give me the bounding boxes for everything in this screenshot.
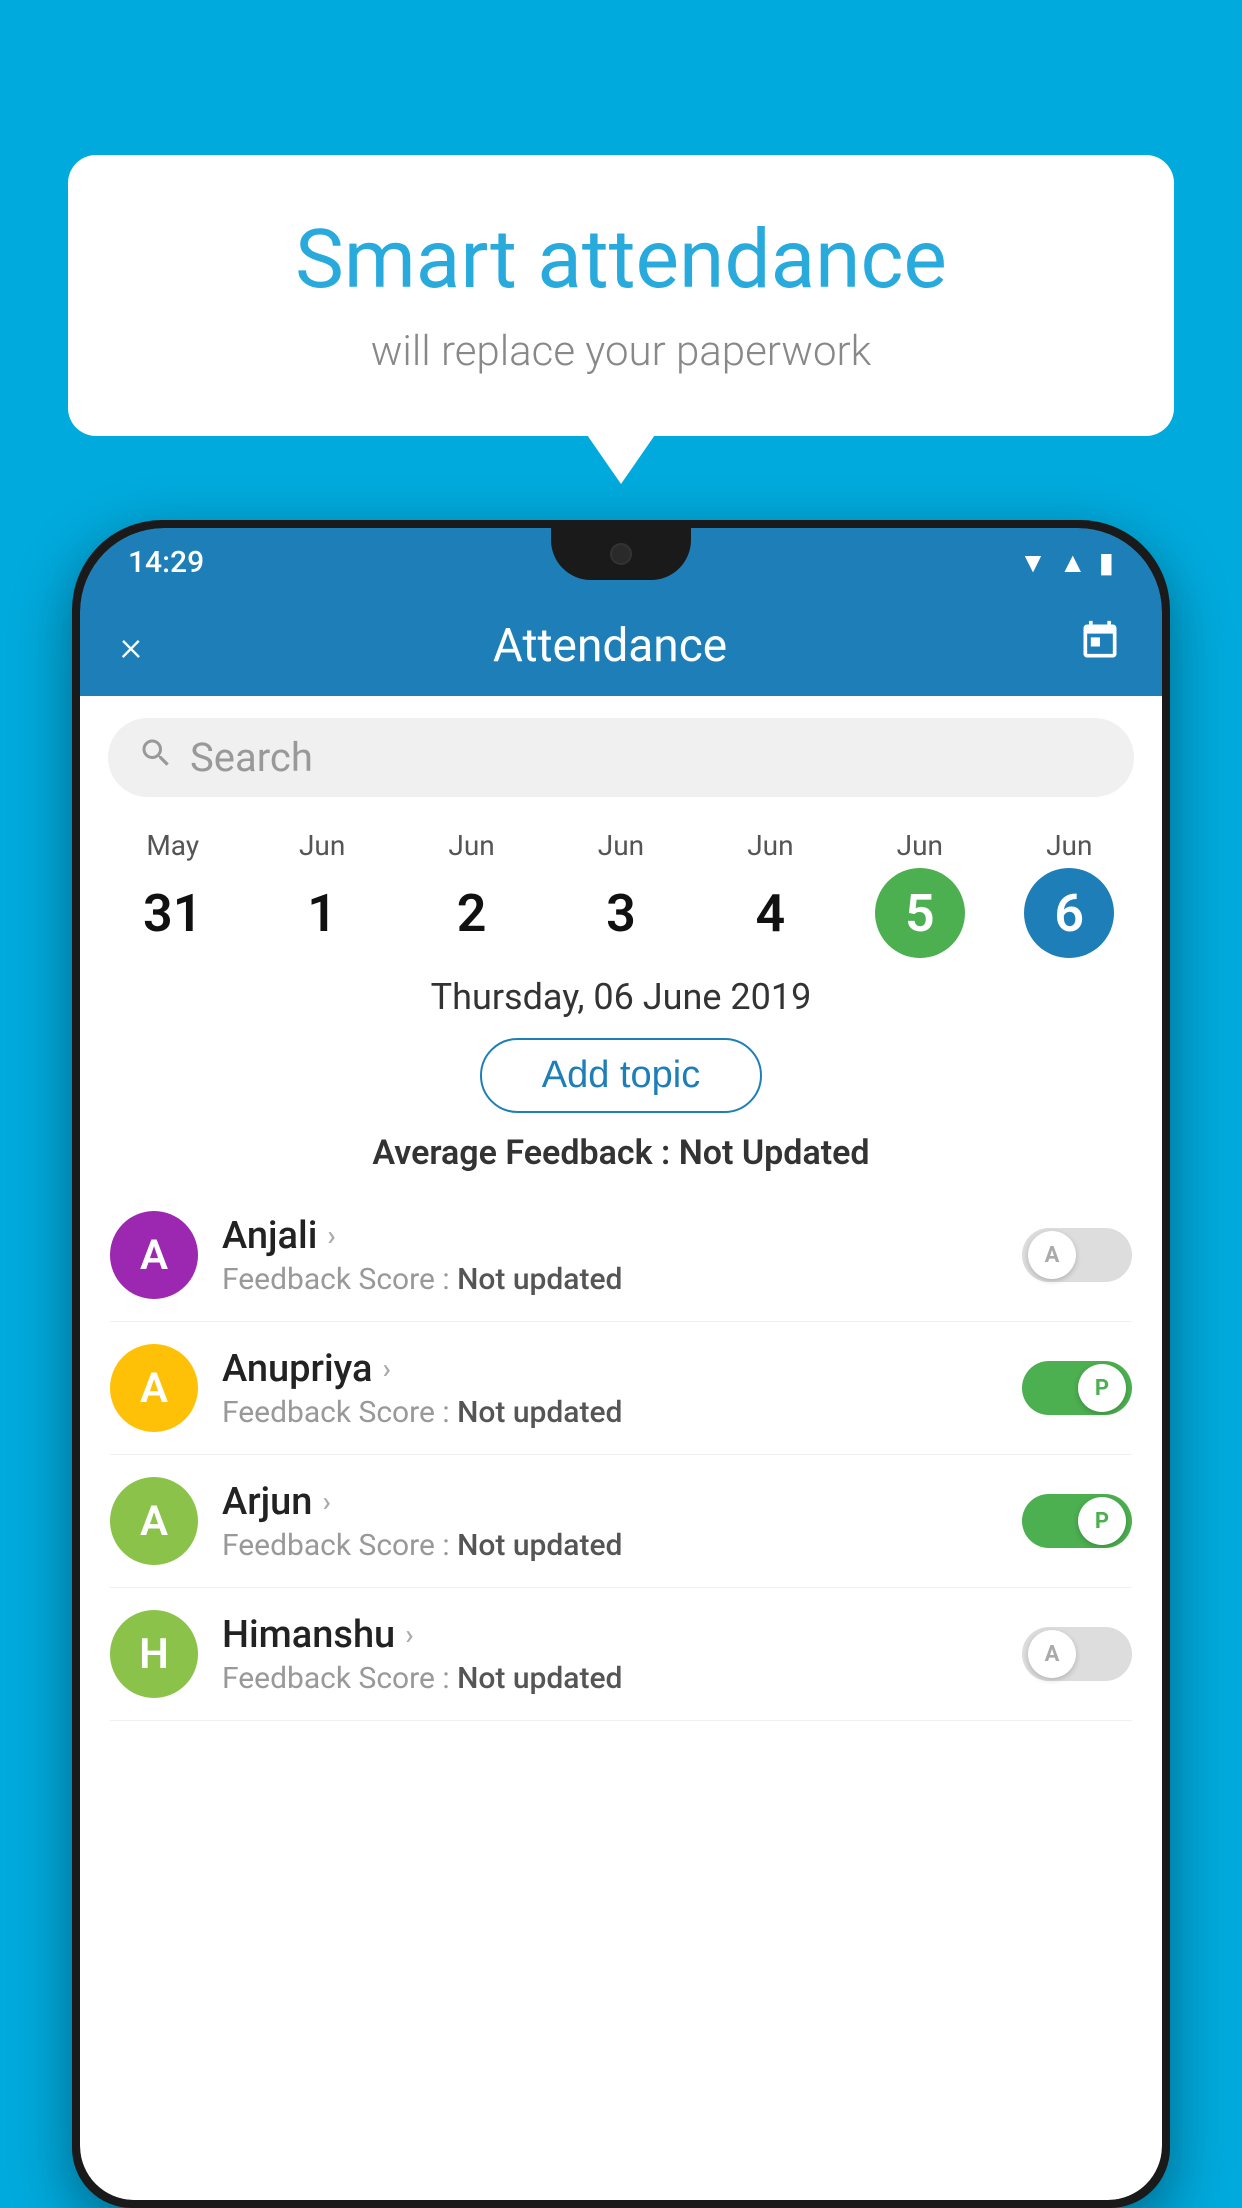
- bubble-subtitle: will replace your paperwork: [148, 327, 1094, 376]
- status-time: 14:29: [128, 545, 204, 580]
- cal-month-label: May: [146, 829, 199, 862]
- chevron-icon: ›: [327, 1219, 335, 1252]
- student-list: AAnjali ›Feedback Score : Not updatedAAA…: [80, 1189, 1162, 1721]
- attendance-toggle[interactable]: A: [1022, 1627, 1132, 1681]
- attendance-toggle[interactable]: A: [1022, 1228, 1132, 1282]
- cal-month-label: Jun: [747, 829, 793, 862]
- signal-icon: ▲: [1059, 546, 1087, 579]
- calendar-day[interactable]: Jun 1: [247, 829, 396, 958]
- cal-month-label: Jun: [448, 829, 494, 862]
- cal-date-number: 31: [128, 868, 218, 958]
- student-item[interactable]: A Arjun › Feedback Score : Not updated P: [110, 1455, 1132, 1588]
- app-header: × Attendance: [80, 596, 1162, 696]
- student-avatar: A: [110, 1344, 198, 1432]
- attendance-toggle[interactable]: P: [1022, 1361, 1132, 1415]
- search-bar[interactable]: Search: [108, 718, 1134, 797]
- toggle-knob: P: [1078, 1497, 1126, 1545]
- cal-date-number: 6: [1024, 868, 1114, 958]
- status-bar: 14:29 ▼ ▲ ▮: [80, 528, 1162, 596]
- speech-bubble: Smart attendance will replace your paper…: [68, 155, 1174, 436]
- student-info: Anjali › Feedback Score : Not updated: [222, 1214, 998, 1297]
- cal-date-number: 5: [875, 868, 965, 958]
- chevron-icon: ›: [322, 1485, 330, 1518]
- battery-icon: ▮: [1099, 546, 1114, 579]
- cal-month-label: Jun: [598, 829, 644, 862]
- attendance-toggle-wrap: P: [1022, 1361, 1132, 1415]
- student-avatar: A: [110, 1477, 198, 1565]
- cal-month-label: Jun: [1046, 829, 1092, 862]
- student-item[interactable]: A Anjali › Feedback Score : Not updated A: [110, 1189, 1132, 1322]
- student-item[interactable]: A Anupriya › Feedback Score : Not updated P: [110, 1322, 1132, 1455]
- avg-feedback-value: Not Updated: [679, 1133, 870, 1173]
- cal-month-label: Jun: [299, 829, 345, 862]
- student-info: Arjun › Feedback Score : Not updated: [222, 1480, 998, 1563]
- notch: [551, 528, 691, 580]
- screen-content: Search May 31 Jun 1 Jun 2 Jun 3 Jun 4 Jun 5 Jun 6 Thu…: [80, 696, 1162, 2200]
- cal-date-number: 1: [277, 868, 367, 958]
- chevron-icon: ›: [382, 1352, 390, 1385]
- attendance-toggle-wrap: A: [1022, 1627, 1132, 1681]
- phone-inner: 14:29 ▼ ▲ ▮ × Attendance: [80, 528, 1162, 2200]
- attendance-toggle[interactable]: P: [1022, 1494, 1132, 1548]
- cal-date-number: 4: [725, 868, 815, 958]
- phone-content: 14:29 ▼ ▲ ▮ × Attendance: [80, 528, 1162, 2200]
- calendar-day[interactable]: Jun 4: [696, 829, 845, 958]
- student-name: Himanshu ›: [222, 1613, 998, 1657]
- add-topic-button[interactable]: Add topic: [480, 1038, 762, 1113]
- calendar-day[interactable]: Jun 3: [546, 829, 695, 958]
- student-item[interactable]: H Himanshu › Feedback Score : Not updated A: [110, 1588, 1132, 1721]
- bubble-title: Smart attendance: [148, 215, 1094, 305]
- avg-feedback: Average Feedback : Not Updated: [80, 1123, 1162, 1189]
- close-button[interactable]: ×: [120, 622, 142, 671]
- attendance-toggle-wrap: P: [1022, 1494, 1132, 1548]
- avg-feedback-label: Average Feedback :: [372, 1133, 670, 1173]
- phone-frame: 14:29 ▼ ▲ ▮ × Attendance: [72, 520, 1170, 2208]
- camera: [610, 543, 632, 565]
- student-info: Himanshu › Feedback Score : Not updated: [222, 1613, 998, 1696]
- wifi-icon: ▼: [1019, 546, 1047, 579]
- cal-date-number: 2: [427, 868, 517, 958]
- calendar-day[interactable]: Jun 6: [995, 829, 1144, 958]
- student-feedback: Feedback Score : Not updated: [222, 1262, 998, 1297]
- calendar-day[interactable]: Jun 2: [397, 829, 546, 958]
- calendar-strip: May 31 Jun 1 Jun 2 Jun 3 Jun 4 Jun 5 Jun 6: [80, 819, 1162, 958]
- calendar-day[interactable]: May 31: [98, 829, 247, 958]
- student-info: Anupriya › Feedback Score : Not updated: [222, 1347, 998, 1430]
- attendance-toggle-wrap: A: [1022, 1228, 1132, 1282]
- search-placeholder: Search: [190, 734, 313, 781]
- toggle-knob: P: [1078, 1364, 1126, 1412]
- search-icon: [138, 735, 174, 780]
- toggle-knob: A: [1028, 1630, 1076, 1678]
- chevron-icon: ›: [405, 1618, 413, 1651]
- selected-date: Thursday, 06 June 2019: [80, 958, 1162, 1028]
- student-feedback: Feedback Score : Not updated: [222, 1661, 998, 1696]
- student-feedback: Feedback Score : Not updated: [222, 1395, 998, 1430]
- student-name: Anupriya ›: [222, 1347, 998, 1391]
- toggle-knob: A: [1028, 1231, 1076, 1279]
- student-avatar: A: [110, 1211, 198, 1299]
- student-feedback: Feedback Score : Not updated: [222, 1528, 998, 1563]
- student-name: Anjali ›: [222, 1214, 998, 1258]
- status-icons: ▼ ▲ ▮: [1019, 546, 1114, 579]
- cal-month-label: Jun: [897, 829, 943, 862]
- calendar-icon[interactable]: [1078, 619, 1122, 673]
- student-avatar: H: [110, 1610, 198, 1698]
- student-name: Arjun ›: [222, 1480, 998, 1524]
- header-title: Attendance: [493, 619, 727, 673]
- cal-date-number: 3: [576, 868, 666, 958]
- calendar-day[interactable]: Jun 5: [845, 829, 994, 958]
- speech-bubble-container: Smart attendance will replace your paper…: [68, 155, 1174, 436]
